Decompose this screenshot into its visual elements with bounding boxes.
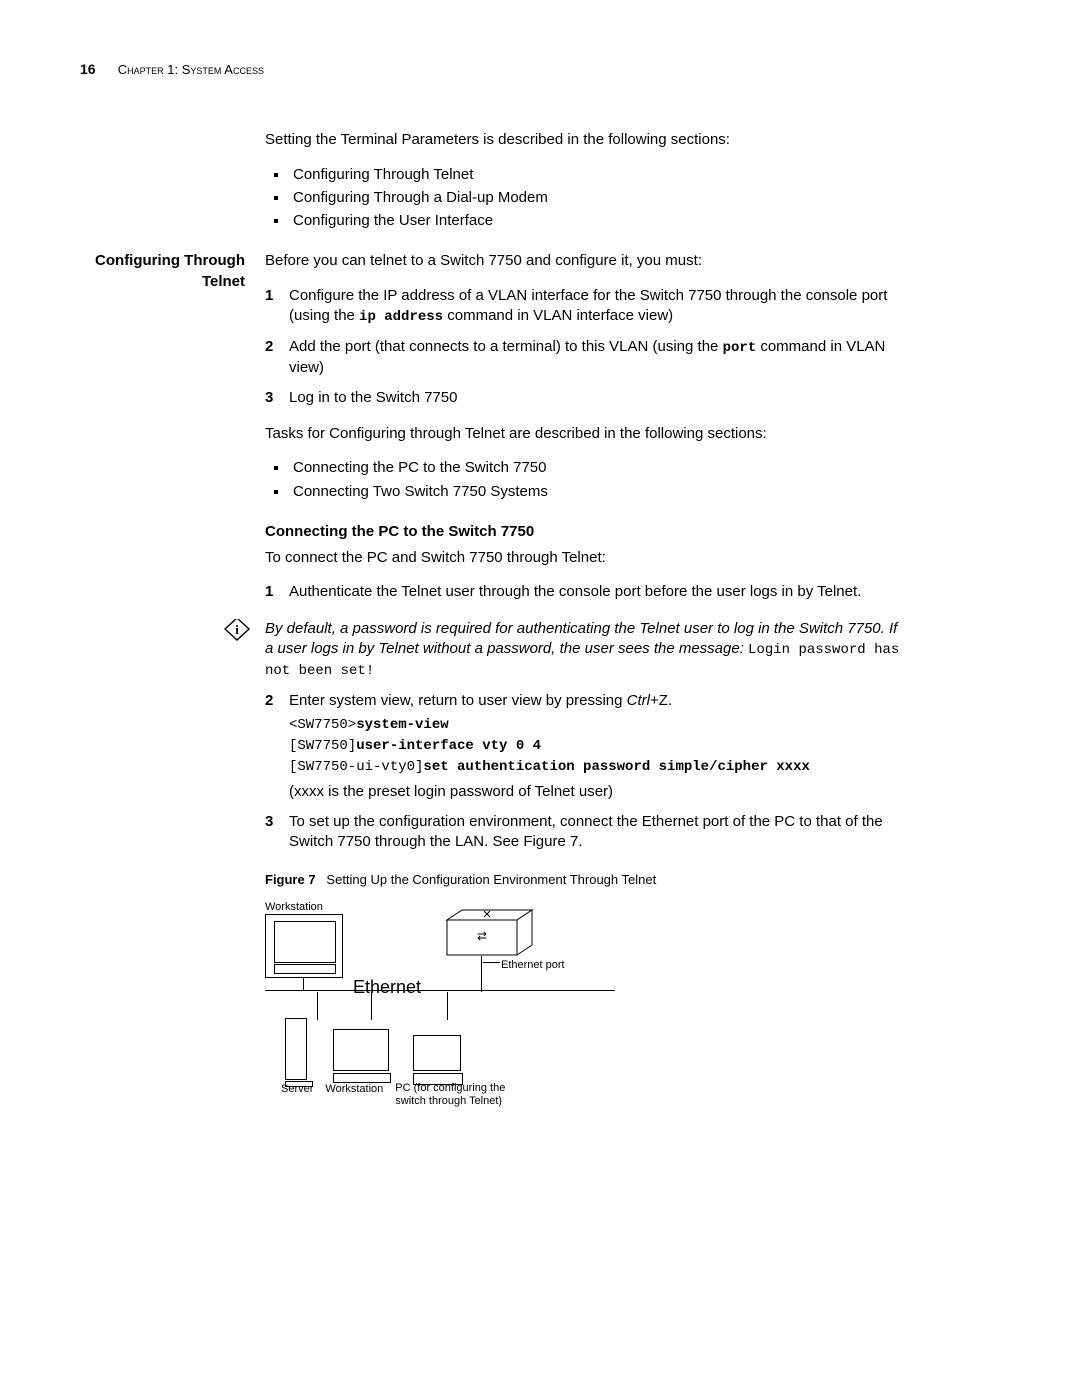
section-heading: Configuring Through Telnet (80, 251, 245, 1130)
intro-paragraph: Setting the Terminal Parameters is descr… (265, 130, 905, 150)
pc-label: PC (for configuring the switch through T… (395, 1082, 535, 1108)
info-icon: i (223, 619, 251, 641)
conn-intro: To connect the PC and Switch 7750 throug… (265, 548, 905, 568)
tasks-paragraph: Tasks for Configuring through Telnet are… (265, 424, 905, 444)
switch-icon: ✕ ⇄ (437, 910, 527, 960)
pc-icon (413, 1035, 465, 1087)
list-item: Authenticate the Telnet user through the… (265, 582, 905, 602)
info-note: i By default, a password is required for… (223, 619, 905, 681)
conn-steps: Authenticate the Telnet user through the… (265, 582, 905, 602)
list-item: Configuring the User Interface (289, 211, 905, 231)
list-item: Enter system view, return to user view b… (265, 691, 905, 803)
prerequisite-steps: Configure the IP address of a VLAN inter… (265, 286, 905, 409)
svg-text:⇄: ⇄ (477, 929, 487, 943)
svg-text:i: i (235, 622, 239, 637)
ethernet-port-label: Ethernet port (501, 958, 565, 973)
inline-code: ip address (359, 309, 443, 325)
page-header: 16 Chapter 1: System Access (80, 60, 1000, 80)
conn-steps-cont: Enter system view, return to user view b… (265, 691, 905, 853)
workstation-label: Workstation (325, 1082, 383, 1108)
list-item: Configuring Through a Dial-up Modem (289, 188, 905, 208)
code-note: (xxxx is the preset login password of Te… (289, 782, 905, 802)
workstation-icon (265, 914, 343, 978)
list-item: To set up the configuration environment,… (265, 812, 905, 853)
ethernet-label: Ethernet (353, 975, 421, 999)
list-item: Configuring Through Telnet (289, 165, 905, 185)
note-text: By default, a password is required for a… (265, 619, 905, 681)
figure-caption: Figure 7 Setting Up the Configuration En… (265, 871, 905, 889)
tasks-bullet-list: Connecting the PC to the Switch 7750 Con… (265, 458, 905, 502)
workstation-icon (333, 1029, 393, 1087)
list-item: Configure the IP address of a VLAN inter… (265, 286, 905, 327)
workstation-label: Workstation (265, 900, 323, 915)
telnet-intro: Before you can telnet to a Switch 7750 a… (265, 251, 905, 271)
list-item: Connecting the PC to the Switch 7750 (289, 458, 905, 478)
chapter-title: Chapter 1: System Access (118, 62, 264, 77)
svg-text:✕: ✕ (482, 909, 491, 921)
list-item: Log in to the Switch 7750 (265, 388, 905, 408)
server-label: Server (281, 1082, 313, 1108)
page-number: 16 (80, 61, 96, 77)
figure-diagram: Workstation ✕ ⇄ Ethernet port (265, 900, 625, 1130)
list-item: Connecting Two Switch 7750 Systems (289, 482, 905, 502)
subsection-heading: Connecting the PC to the Switch 7750 (265, 522, 905, 542)
list-item: Add the port (that connects to a termina… (265, 337, 905, 378)
inline-code: port (723, 340, 757, 356)
intro-bullet-list: Configuring Through Telnet Configuring T… (265, 165, 905, 232)
code-block: <SW7750>system-view [SW7750]user-interfa… (289, 715, 905, 778)
server-icon (285, 1018, 313, 1087)
